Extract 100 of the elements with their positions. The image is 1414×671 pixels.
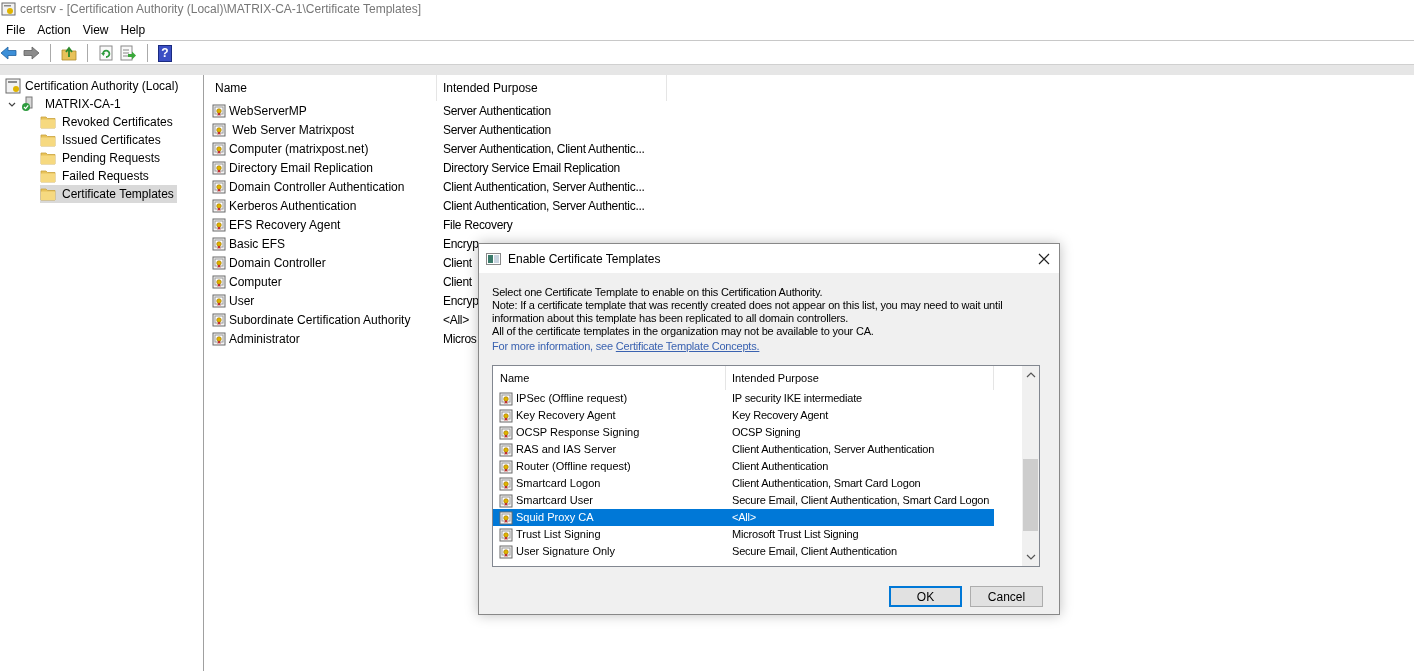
list-row[interactable]: IPSec (Offline request) IP security IKE intermediate <box>493 390 994 407</box>
certificate-icon <box>499 476 513 491</box>
certificate-icon <box>499 459 513 474</box>
folder-up-arrow-icon <box>61 45 77 61</box>
ok-button[interactable]: OK <box>889 586 962 607</box>
template-name[interactable]: Web Server Matrixpost <box>229 120 355 139</box>
forward-arrow-icon <box>23 45 40 61</box>
certificate-icon <box>212 160 226 175</box>
close-icon <box>1038 252 1050 265</box>
certificate-icon <box>212 217 226 232</box>
tree-item[interactable]: Failed Requests <box>40 167 152 185</box>
template-name[interactable]: Computer <box>229 272 282 291</box>
template-purpose: Micros <box>442 330 477 348</box>
certificate-icon <box>212 122 226 137</box>
certificate-icon <box>212 103 226 118</box>
template-name[interactable]: Kerberos Authentication <box>229 196 357 215</box>
help-button[interactable]: ? <box>158 44 172 62</box>
up-folder-button[interactable] <box>61 45 77 61</box>
list-row[interactable]: User Signature Only Secure Email, Client Authentication <box>493 543 994 560</box>
app-icon <box>1 1 16 17</box>
certificate-icon <box>212 331 226 346</box>
certificate-icon <box>212 293 226 308</box>
list-row[interactable]: Squid Proxy CA <All> <box>493 509 994 526</box>
back-arrow-icon <box>0 45 17 61</box>
template-name[interactable]: Domain Controller Authentication <box>229 177 405 196</box>
certificate-icon <box>499 425 513 440</box>
certificate-icon <box>499 544 513 559</box>
template-name[interactable]: EFS Recovery Agent <box>229 215 341 234</box>
template-purpose: <All> <box>442 311 469 329</box>
help-link[interactable]: Certificate Template Concepts. <box>615 340 760 352</box>
template-purpose: Client <box>442 273 472 291</box>
server-check-icon <box>21 96 35 112</box>
instruction-text: Select one Certificate Template to enable on this Certification Authority. <box>492 286 824 299</box>
template-name[interactable]: Directory Email Replication <box>229 158 374 177</box>
template-purpose: File Recovery <box>442 216 513 234</box>
template-purpose: Encryp <box>442 235 479 253</box>
menu-item[interactable]: View <box>76 20 115 39</box>
export-list-icon <box>120 45 137 61</box>
window-title: certsrv - [Certification Authority (Local)\MATRIX-CA-1\Certificate Templates] <box>20 1 421 18</box>
template-name[interactable]: WebServerMP <box>229 101 307 120</box>
tree-item[interactable]: Revoked Certificates <box>40 113 176 131</box>
certificate-icon <box>212 274 226 289</box>
folder-icon <box>40 150 56 166</box>
tree-item[interactable]: Pending Requests <box>40 149 164 167</box>
certificate-icon <box>212 312 226 327</box>
certificate-icon <box>212 198 226 213</box>
export-list-button[interactable] <box>120 45 137 61</box>
certificate-icon <box>499 527 513 542</box>
list-row[interactable]: Router (Offline request) Client Authentication <box>493 458 994 475</box>
refresh-button[interactable] <box>98 45 114 61</box>
menu-item[interactable]: Action <box>31 20 77 39</box>
instruction-text: All of the certificate templates in the organization may not be available to your CA. <box>492 325 875 338</box>
template-name[interactable]: Computer (matrixpost.net) <box>229 139 369 158</box>
column-header[interactable]: Intended Purpose <box>437 75 667 101</box>
scrollbar[interactable] <box>1022 366 1039 566</box>
folder-icon <box>40 168 56 184</box>
template-purpose: Encryp <box>442 292 479 310</box>
certificate-icon <box>499 510 513 525</box>
tree-item[interactable]: Certificate Templates <box>40 185 177 203</box>
certificate-authority-icon <box>5 78 21 94</box>
template-name[interactable]: Domain Controller <box>229 253 326 272</box>
template-purpose: Client Authentication, Server Authentic... <box>442 197 645 215</box>
menu-item[interactable]: Help <box>114 20 152 39</box>
template-name[interactable]: Subordinate Certification Authority <box>229 310 411 329</box>
folder-icon <box>40 114 56 130</box>
tree-item[interactable]: MATRIX-CA-1 <box>45 95 121 113</box>
list-row[interactable]: Smartcard Logon Client Authentication, Smart Card Logon <box>493 475 994 492</box>
template-purpose: Client Authentication, Server Authentic... <box>442 178 645 196</box>
template-name[interactable]: Administrator <box>229 329 300 348</box>
template-purpose: Server Authentication <box>442 102 551 120</box>
instruction-text: Note: If a certificate template that was recently created does not appear on this list, you may need to wait until information about this template has been replicated to all domain controllers. <box>492 299 1004 325</box>
refresh-icon <box>98 45 114 61</box>
list-row[interactable]: Trust List Signing Microsoft Trust List Signing <box>493 526 994 543</box>
dialog-icon <box>486 251 501 266</box>
scroll-up-icon <box>1025 371 1036 379</box>
column-header[interactable]: Name <box>207 75 437 101</box>
scroll-down-icon <box>1025 553 1036 561</box>
column-header[interactable]: Name <box>493 366 726 390</box>
certificate-icon <box>212 179 226 194</box>
cancel-button[interactable]: Cancel <box>970 586 1043 607</box>
list-row[interactable]: OCSP Response Signing OCSP Signing <box>493 424 994 441</box>
folder-icon <box>40 186 56 202</box>
list-row[interactable]: Key Recovery Agent Key Recovery Agent <box>493 407 994 424</box>
tree-item[interactable]: Certification Authority (Local) <box>25 77 179 95</box>
forward-button[interactable] <box>23 45 40 61</box>
back-button[interactable] <box>0 45 17 61</box>
template-purpose: Directory Service Email Replication <box>442 159 620 177</box>
template-purpose: Server Authentication, Client Authentic... <box>442 140 645 158</box>
info-text: For more information, see Certificate Template Concepts. <box>492 340 761 353</box>
list-row[interactable]: RAS and IAS Server Client Authentication, Server Authentication <box>493 441 994 458</box>
tree-item[interactable]: Issued Certificates <box>40 131 164 149</box>
certificate-icon <box>499 442 513 457</box>
template-name[interactable]: User <box>229 291 255 310</box>
dialog-title: Enable Certificate Templates <box>508 250 662 268</box>
list-row[interactable]: Smartcard User Secure Email, Client Authentication, Smart Card Logon <box>493 492 994 509</box>
certificate-icon <box>212 255 226 270</box>
column-header[interactable]: Intended Purpose <box>726 366 994 390</box>
menu-item[interactable]: File <box>0 20 32 39</box>
template-purpose: Client <box>442 254 472 272</box>
template-name[interactable]: Basic EFS <box>229 234 285 253</box>
